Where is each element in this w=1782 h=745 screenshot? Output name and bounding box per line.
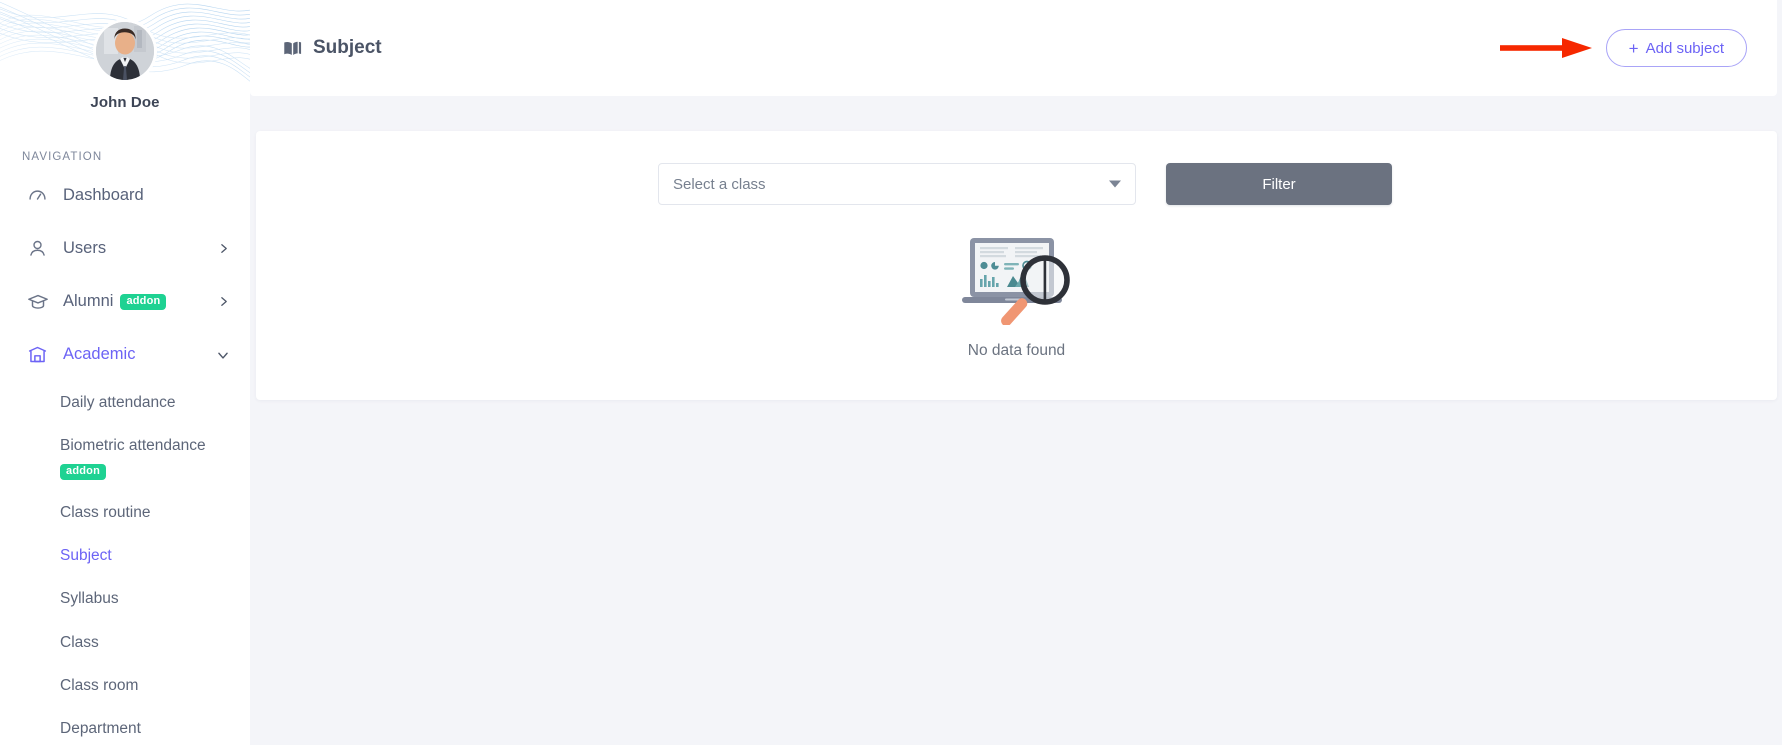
sidebar-item-label: Alumni addon: [53, 292, 216, 311]
chevron-down-icon: [1109, 181, 1121, 188]
label-text: Alumni: [63, 292, 113, 310]
subitem-label: Biometric attendance: [60, 437, 206, 454]
avatar[interactable]: [96, 22, 154, 80]
sidebar-nav-list: Dashboard Users: [0, 169, 250, 381]
sidebar-item-label: Academic: [53, 345, 216, 364]
filter-button[interactable]: Filter: [1166, 163, 1392, 205]
sidebar-item-label: Users: [53, 239, 216, 258]
sidebar-item-dashboard[interactable]: Dashboard: [0, 169, 250, 222]
chevron-right-icon[interactable]: [216, 295, 230, 309]
add-subject-button[interactable]: + Add subject: [1606, 29, 1747, 67]
sidebar-subitem-class-routine[interactable]: Class routine: [0, 491, 250, 534]
sidebar-subitem-class[interactable]: Class: [0, 621, 250, 664]
chevron-down-icon[interactable]: [216, 348, 230, 362]
open-book-icon: [282, 38, 303, 59]
class-select-placeholder: Select a class: [673, 176, 766, 193]
status-badge: addon: [120, 294, 166, 310]
status-badge: addon: [60, 464, 106, 480]
app-root: John Doe NAVIGATION Dashboard: [0, 0, 1782, 745]
speedometer-icon: [27, 185, 53, 207]
topbar: Subject + Add subject: [250, 0, 1777, 96]
chevron-right-icon[interactable]: [216, 242, 230, 256]
sidebar-item-label: Dashboard: [53, 186, 230, 205]
empty-state: No data found: [286, 233, 1747, 360]
sidebar-item-users[interactable]: Users: [0, 222, 250, 275]
sidebar-subitem-class-room[interactable]: Class room: [0, 664, 250, 707]
subject-content-card: Select a class Filter: [256, 131, 1777, 400]
sidebar-subitem-daily-attendance[interactable]: Daily attendance: [0, 381, 250, 424]
user-icon: [27, 238, 53, 260]
sidebar-subitem-biometric-attendance[interactable]: Biometric attendance addon: [0, 424, 250, 491]
empty-state-message: No data found: [968, 342, 1065, 360]
sidebar-submenu-academic: Daily attendance Biometric attendance ad…: [0, 381, 250, 745]
bank-icon: [27, 344, 53, 366]
user-avatar-photo: [96, 22, 154, 80]
sidebar-subitem-department[interactable]: Department: [0, 707, 250, 745]
add-subject-label: Add subject: [1646, 40, 1724, 57]
sidebar-profile: John Doe: [0, 0, 250, 111]
graduation-cap-icon: [27, 291, 53, 313]
plus-icon: +: [1629, 40, 1639, 57]
red-arrow-pointing-right-icon: [1500, 33, 1592, 63]
sidebar-item-alumni[interactable]: Alumni addon: [0, 275, 250, 328]
page-title: Subject: [282, 37, 382, 59]
sidebar-subitem-syllabus[interactable]: Syllabus: [0, 577, 250, 620]
laptop-chart-magnifier-illustration-icon: [953, 233, 1081, 330]
filter-row: Select a class Filter: [286, 163, 1747, 205]
profile-name: John Doe: [0, 94, 250, 111]
sidebar-subitem-subject[interactable]: Subject: [0, 534, 250, 577]
page-title-text: Subject: [313, 37, 382, 59]
topbar-right: + Add subject: [1500, 29, 1747, 67]
sidebar: John Doe NAVIGATION Dashboard: [0, 0, 250, 745]
class-select[interactable]: Select a class: [658, 163, 1136, 205]
main-content: Subject + Add subject Select a class: [250, 0, 1782, 745]
nav-heading: NAVIGATION: [22, 151, 250, 163]
sidebar-item-academic[interactable]: Academic: [0, 328, 250, 381]
